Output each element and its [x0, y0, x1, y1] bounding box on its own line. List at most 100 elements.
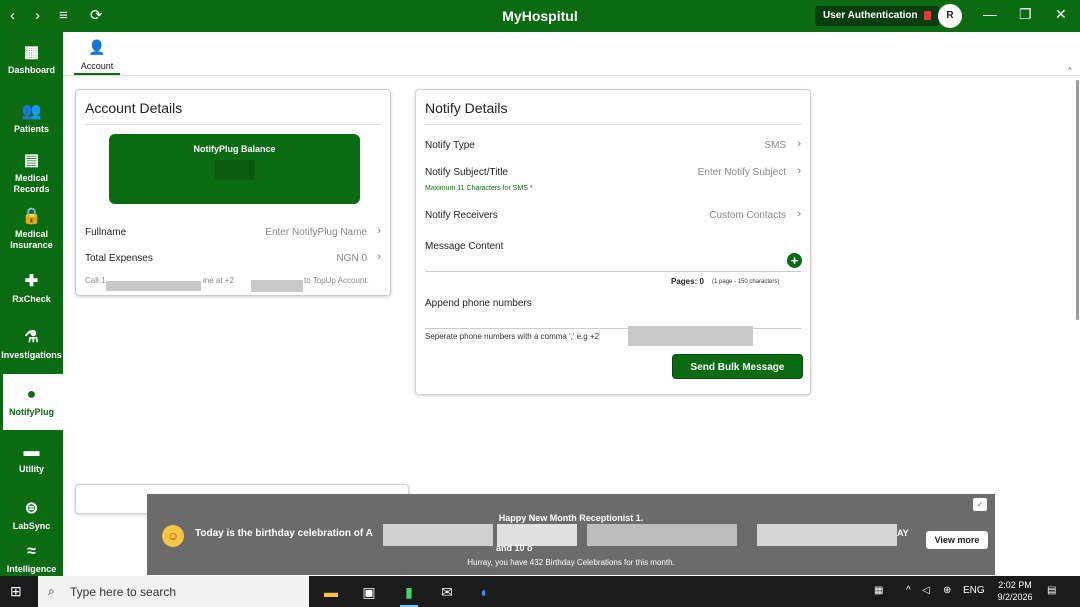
notify-type-select[interactable]: SMS [764, 140, 786, 151]
birthday-message: Today is the birthday celebration of A [195, 528, 373, 539]
system-clock[interactable]: 2:02 PM 9/2/2026 [990, 579, 1040, 603]
sidebar-item-utility[interactable]: ▬ Utility [0, 443, 63, 475]
scrollbar-thumb[interactable] [1076, 80, 1079, 320]
search-icon: ⌕ [48, 584, 55, 598]
append-phone-label: Append phone numbers [425, 298, 532, 309]
notifications-icon[interactable]: ▤ [1047, 585, 1056, 596]
language-indicator[interactable]: ENG [963, 585, 985, 596]
smile-emoji-icon: ☺ [162, 525, 184, 547]
clock-time: 2:02 PM [998, 580, 1032, 590]
redacted-phone [628, 326, 753, 346]
birthday-message-more: and 10 o [496, 543, 533, 553]
sidebar-item-dashboard[interactable]: ▦ Dashboard [0, 44, 63, 76]
user-authentication-button[interactable]: User Authentication [815, 6, 939, 26]
file-explorer-icon[interactable]: ▬ [314, 579, 348, 605]
redacted-names [383, 524, 493, 546]
chevron-right-icon[interactable]: › [797, 208, 801, 220]
notify-type-label: Notify Type [425, 140, 475, 151]
chevron-right-icon[interactable]: › [797, 138, 801, 150]
sidebar-item-medical-records[interactable]: ▤ Medical Records [0, 152, 63, 195]
store-icon[interactable]: ▣ [352, 579, 386, 605]
view-more-button[interactable]: View more [926, 531, 988, 549]
chevron-right-icon[interactable]: › [797, 165, 801, 177]
notify-receivers-label: Notify Receivers [425, 210, 498, 221]
balance-value-redacted [214, 160, 255, 180]
sidebar-item-patients[interactable]: 👥 Patients [0, 103, 63, 135]
title-bar: ‹ › ≡ ⟳ MyHospitul User Authentication R… [0, 0, 1080, 32]
keyboard-icon[interactable]: ▦ [874, 585, 883, 596]
sidebar-item-label: Medical Insurance [10, 229, 53, 250]
notify-details-title: Notify Details [425, 100, 508, 116]
birthday-notification: ✓ Happy New Month Receptionist 1. ☺ Toda… [147, 494, 995, 575]
sidebar-item-rxcheck[interactable]: ✚ RxCheck [0, 273, 63, 305]
investigations-icon: ⚗ [24, 329, 39, 346]
sidebar: ▦ Dashboard 👥 Patients ▤ Medical Records 🔒 M… [0, 32, 63, 576]
sidebar-item-label: LabSync [12, 521, 51, 531]
divider [63, 75, 1080, 76]
sidebar-item-label: Intelligence [6, 564, 57, 574]
topup-note-end: to TopUp Account. [304, 276, 369, 285]
mail-icon[interactable]: ✉ [430, 579, 464, 605]
sidebar-item-label: Utility [18, 464, 44, 474]
search-placeholder: Type here to search [70, 585, 177, 599]
chevron-right-icon[interactable]: › [377, 225, 381, 237]
minimize-icon[interactable]: — [983, 6, 997, 22]
scroll-up-icon[interactable]: ⌃ [1066, 66, 1074, 77]
pages-count: Pages: 0 [671, 277, 704, 286]
maximize-icon[interactable]: ❐ [1019, 6, 1032, 23]
divider [85, 124, 381, 125]
sidebar-item-label: RxCheck [12, 294, 51, 304]
sidebar-item-label: Investigations [1, 350, 62, 360]
birthday-summary: Hurray, you have 432 Birthday Celebratio… [467, 558, 675, 567]
sidebar-item-label: NotifyPlug [9, 407, 54, 417]
message-content-field[interactable] [425, 271, 801, 272]
chevron-right-icon[interactable]: › [377, 251, 381, 263]
notify-receivers-select[interactable]: Custom Contacts [709, 210, 786, 221]
total-expenses-value: NGN 0 [336, 253, 367, 264]
myhospitul-app-icon[interactable]: ▮ [392, 579, 426, 607]
account-icon: 👤 [88, 39, 106, 55]
network-icon[interactable]: ⊕ [943, 585, 951, 596]
utility-icon: ▬ [23, 443, 40, 460]
windows-start-icon[interactable]: ⊞ [10, 583, 22, 600]
labsync-icon: ⊜ [24, 500, 39, 517]
sidebar-item-notifyplug[interactable]: ● NotifyPlug [0, 374, 63, 430]
medical-records-icon: ▤ [23, 152, 40, 169]
topup-note-start: Call 1 [85, 276, 106, 285]
sidebar-item-medical-insurance[interactable]: 🔒 Medical Insurance [0, 208, 63, 251]
fullname-field[interactable]: Enter NotifyPlug Name [265, 227, 367, 238]
pages-hint: (1 page - 150 characters) [712, 279, 780, 285]
phone-numbers-input[interactable]: Seperate phone numbers with a comma ',' … [425, 332, 599, 341]
lock-icon [923, 10, 931, 20]
sidebar-item-label: Medical Records [13, 173, 50, 194]
redacted-names [587, 524, 737, 546]
volume-icon[interactable]: ◁ [922, 585, 930, 596]
send-bulk-message-button[interactable]: Send Bulk Message [672, 354, 803, 379]
redacted-text [106, 281, 201, 291]
message-content-label: Message Content [425, 241, 504, 252]
rxcheck-icon: ✚ [24, 273, 39, 290]
add-icon[interactable]: + [787, 253, 802, 268]
intelligence-icon: ≈ [27, 543, 36, 560]
topup-note-mid: ine at +2 [203, 276, 234, 285]
tab-account-label: Account [80, 61, 114, 71]
edge-browser-icon[interactable]: ◐ [468, 579, 502, 605]
tab-account[interactable]: 👤 Account [74, 38, 120, 74]
notifyplug-icon: ● [26, 386, 37, 403]
notifyplug-balance-card: NotifyPlug Balance [109, 134, 360, 204]
notify-subject-field[interactable]: Enter Notify Subject [698, 167, 786, 178]
patients-icon: 👥 [21, 103, 42, 120]
taskbar-search[interactable]: ⌕ Type here to search [38, 576, 309, 607]
close-icon[interactable]: ✕ [1055, 6, 1067, 23]
dismiss-icon[interactable]: ✓ [973, 498, 987, 511]
account-details-title: Account Details [85, 100, 183, 116]
sidebar-item-investigations[interactable]: ⚗ Investigations [0, 329, 63, 361]
chevron-up-icon[interactable]: ^ [906, 585, 911, 596]
notify-subject-label: Notify Subject/Title [425, 167, 508, 178]
avatar[interactable]: R [938, 4, 962, 28]
sidebar-item-intelligence[interactable]: ≈ Intelligence [0, 543, 63, 575]
fullname-label: Fullname [85, 227, 127, 238]
sidebar-item-labsync[interactable]: ⊜ LabSync [0, 500, 63, 532]
sidebar-item-label: Patients [13, 124, 49, 134]
subject-hint: Maximum 11 Characters for SMS * [425, 185, 533, 192]
